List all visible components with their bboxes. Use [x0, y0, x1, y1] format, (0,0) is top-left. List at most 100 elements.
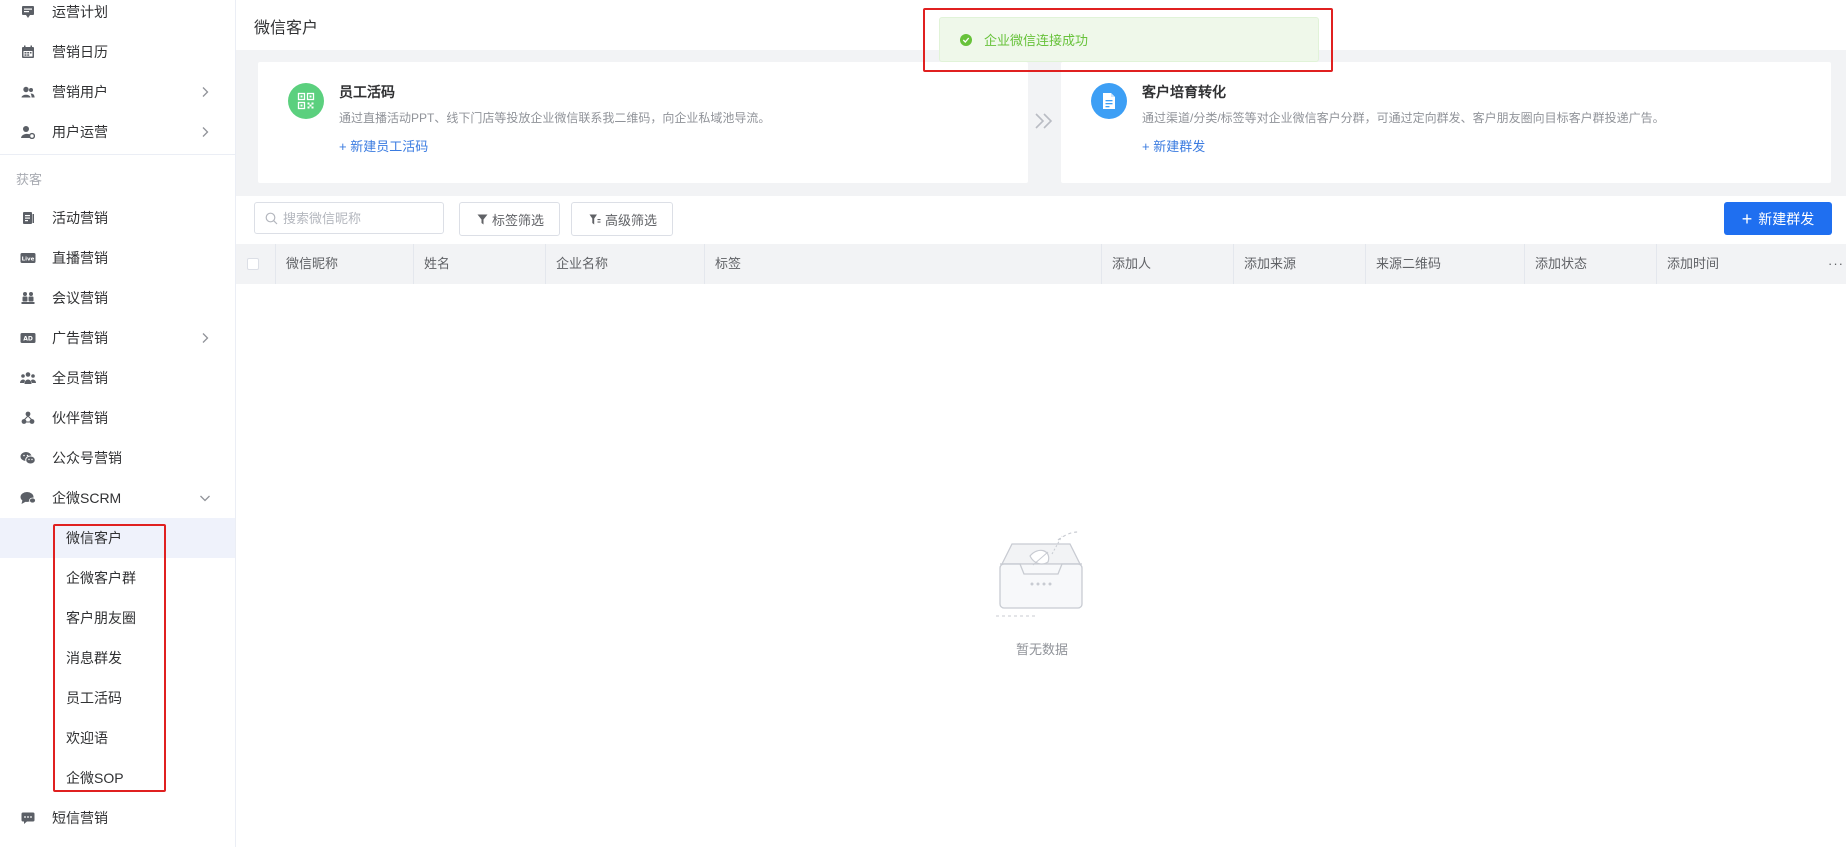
file-icon [1091, 83, 1127, 119]
empty-text: 暂无数据 [1015, 642, 1068, 657]
svg-text:Live: Live [22, 257, 35, 263]
advanced-filter-label: 高级筛选 [605, 212, 658, 228]
page-title: 微信客户 [254, 20, 319, 37]
sidebar-item-live-marketing[interactable]: Live 直播营销 [0, 238, 235, 278]
sidebar-item-label: 伙伴营销 [52, 410, 108, 426]
sidebar-item-label: 直播营销 [52, 250, 108, 266]
sidebar-subitem-label: 微信客户 [66, 530, 122, 546]
sidebar-subitem-wechat-customers[interactable]: 微信客户 [0, 518, 235, 558]
sidebar-item-label: 短信营销 [52, 810, 108, 826]
advanced-filter-button[interactable]: 高级筛选 [571, 202, 673, 236]
column-header[interactable]: 来源二维码 [1366, 244, 1525, 284]
sidebar-subitem-mass-message[interactable]: 消息群发 [0, 638, 235, 678]
guide-card-customer-nurturing: 客户培育转化 通过渠道/分类/标签等对企业微信客户分群，可通过定向群发、客户朋友… [1061, 62, 1831, 183]
wechat-icon [20, 450, 36, 466]
sidebar-item-partner-marketing[interactable]: 伙伴营销 [0, 398, 235, 438]
sidebar-item-label: 企微SCRM [52, 490, 122, 506]
sidebar-subitem-staff-qrcode[interactable]: 员工活码 [0, 678, 235, 718]
sidebar-item-marketing-calendar[interactable]: 营销日历 [0, 32, 235, 72]
chevron-right-icon [202, 127, 209, 137]
partner-icon [20, 410, 36, 426]
sidebar-item-label: 用户运营 [52, 124, 108, 140]
team-icon [20, 370, 36, 386]
sms-icon [20, 810, 36, 826]
sidebar-subitem-label: 企微客户群 [66, 570, 136, 586]
column-header[interactable]: 添加来源 [1234, 244, 1366, 284]
sidebar-subitem-customer-groups[interactable]: 企微客户群 [0, 558, 235, 598]
sidebar-item-ad-marketing[interactable]: AD 广告营销 [0, 318, 235, 358]
new-broadcast-button[interactable]: + 新建群发 [1724, 202, 1832, 235]
sidebar-item-label: 营销日历 [52, 44, 108, 60]
success-toast: 企业微信连接成功 [939, 17, 1319, 62]
sidebar-item-marketing-users[interactable]: 营销用户 [0, 72, 235, 112]
toast-message: 企业微信连接成功 [984, 33, 1089, 48]
toolbar: 标签筛选 高级筛选 + 新建群发 [236, 196, 1846, 244]
sidebar: 运营计划 营销日历 营销用户 用户运营 获客 活动营销 Live 直播营销 会议… [0, 0, 236, 847]
success-check-icon [960, 33, 972, 46]
svg-text:AD: AD [23, 336, 33, 343]
card-title: 客户培育转化 [1142, 84, 1226, 100]
chevron-right-icon [202, 87, 209, 97]
more-columns-icon[interactable]: ··· [1828, 256, 1844, 271]
select-all-cell [236, 244, 276, 284]
sidebar-item-sms-marketing[interactable]: 短信营销 [0, 798, 235, 838]
chevron-down-icon [200, 495, 210, 502]
column-header[interactable]: 添加人 [1102, 244, 1234, 284]
double-chevron-right-icon [1035, 113, 1053, 129]
sidebar-item-user-operation[interactable]: 用户运营 [0, 112, 235, 152]
column-header[interactable]: 企业名称 [546, 244, 705, 284]
sidebar-subitem-label: 欢迎语 [66, 730, 108, 746]
sidebar-item-scrm[interactable]: 企微SCRM [0, 478, 235, 518]
search-icon [265, 212, 278, 225]
ad-icon: AD [20, 330, 36, 346]
advanced-filter-icon [589, 214, 601, 225]
meeting-icon [20, 290, 36, 306]
sidebar-item-meeting-marketing[interactable]: 会议营销 [0, 278, 235, 318]
qrcode-icon [288, 83, 324, 119]
empty-state: 暂无数据 [992, 528, 1092, 664]
sidebar-item-all-staff-marketing[interactable]: 全员营销 [0, 358, 235, 398]
users-icon [20, 84, 36, 100]
sidebar-subitem-label: 企微SOP [66, 770, 124, 786]
sidebar-item-label: 运营计划 [52, 4, 108, 20]
search-box [254, 202, 444, 234]
card-description: 通过直播活动PPT、线下门店等投放企业微信联系我二维码，向企业私域池导流。 [339, 111, 771, 125]
user-settings-icon [20, 124, 36, 140]
tag-filter-label: 标签筛选 [492, 212, 545, 228]
sidebar-subitem-welcome-message[interactable]: 欢迎语 [0, 718, 235, 758]
new-broadcast-label: 新建群发 [1758, 210, 1815, 227]
sidebar-subitem-label: 员工活码 [66, 690, 122, 706]
chevron-right-icon [202, 333, 209, 343]
calendar-icon [20, 44, 36, 60]
sidebar-item-event-marketing[interactable]: 活动营销 [0, 198, 235, 238]
sidebar-item-label: 全员营销 [52, 370, 108, 386]
card-title: 员工活码 [339, 84, 395, 100]
sidebar-item-label: 会议营销 [52, 290, 108, 306]
column-header[interactable]: 姓名 [414, 244, 546, 284]
sidebar-subitem-label: 客户朋友圈 [66, 610, 136, 626]
document-icon [20, 210, 36, 226]
column-header[interactable]: 添加状态 [1525, 244, 1657, 284]
chat-board-icon [20, 4, 36, 20]
sidebar-item-operation-plan[interactable]: 运营计划 [0, 0, 235, 32]
sidebar-subitem-scrm-sop[interactable]: 企微SOP [0, 758, 235, 798]
sidebar-item-label: 活动营销 [52, 210, 108, 226]
guide-card-staff-qrcode: 员工活码 通过直播活动PPT、线下门店等投放企业微信联系我二维码，向企业私域池导… [258, 62, 1028, 183]
table-header: 微信昵称 姓名 企业名称 标签 添加人 添加来源 来源二维码 添加状态 添加时间… [236, 244, 1846, 284]
plus-icon: + [1741, 208, 1753, 229]
column-header[interactable]: 标签 [705, 244, 1102, 284]
main-content: 微信客户 员工活码 通过直播活动PPT、线下门店等投放企业微信联系我二维码，向企… [236, 0, 1846, 847]
sidebar-item-official-account-marketing[interactable]: 公众号营销 [0, 438, 235, 478]
tag-filter-button[interactable]: 标签筛选 [459, 202, 560, 236]
search-input[interactable] [283, 209, 433, 227]
sidebar-subitem-customer-moments[interactable]: 客户朋友圈 [0, 598, 235, 638]
new-broadcast-link[interactable]: + 新建群发 [1142, 136, 1205, 155]
sidebar-subitem-label: 消息群发 [66, 650, 122, 666]
sidebar-item-label: 营销用户 [52, 84, 108, 100]
new-staff-qrcode-link[interactable]: + 新建员工活码 [339, 136, 428, 155]
select-all-checkbox[interactable] [247, 258, 259, 270]
column-header[interactable]: 添加时间 [1657, 244, 1817, 284]
column-header[interactable]: 微信昵称 [276, 244, 414, 284]
card-description: 通过渠道/分类/标签等对企业微信客户分群，可通过定向群发、客户朋友圈向目标客户群… [1142, 111, 1665, 125]
filter-icon [477, 214, 488, 225]
